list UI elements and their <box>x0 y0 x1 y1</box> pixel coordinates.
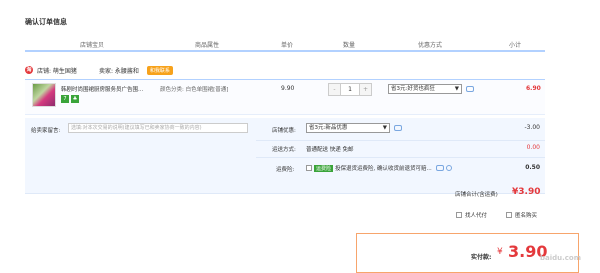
unit-price: 9.90 <box>281 85 295 92</box>
shop-discount-select[interactable]: 省3元:新品优惠 ▼ <box>306 123 390 133</box>
seller-name[interactable]: 卖家: 永腰酱和 <box>99 66 139 75</box>
proxy-pay-checkbox[interactable] <box>456 212 462 218</box>
column-shop-item: 店铺宝贝 <box>80 42 105 49</box>
anonymous-label: 匿名购买 <box>515 213 538 219</box>
chat-icon[interactable] <box>394 125 402 131</box>
shop-total-label: 店铺合计(含运费) <box>455 192 498 198</box>
shop-discount-amount: -3.00 <box>524 124 540 131</box>
quantity-input[interactable]: 1 <box>340 84 360 95</box>
chat-icon[interactable] <box>466 86 474 92</box>
payment-label: 实付款: <box>471 254 492 261</box>
shop-name[interactable]: 店铺: 萌生国猪 <box>37 66 77 75</box>
product-thumbnail[interactable] <box>32 83 56 107</box>
chat-icon[interactable] <box>435 165 444 171</box>
watermark-logo: baidu.com <box>540 254 582 262</box>
message-label: 给卖家留言: <box>31 128 61 134</box>
insurance-checkbox[interactable] <box>306 165 312 171</box>
insurance-label: 运费险: <box>276 167 295 173</box>
divider <box>256 157 545 158</box>
dropdown-arrow-icon: ▼ <box>382 125 387 131</box>
insurance-badge: 运费险 <box>314 164 334 172</box>
shop-discount-label: 店铺优惠: <box>272 128 296 134</box>
item-subtotal: 6.90 <box>526 85 541 92</box>
item-discount-select[interactable]: 省3元:好货也疯狂 ▼ <box>388 84 462 94</box>
proxy-pay-option[interactable]: 找人代付 <box>456 211 487 219</box>
insurance-text: 投保退货运费险, 确认收货前退货可赔... <box>335 166 432 172</box>
column-attributes: 商品属性 <box>195 42 220 49</box>
shop-row: 淘 店铺: 萌生国猪 卖家: 永腰酱和 和我联系 <box>25 64 173 76</box>
proxy-pay-label: 找人代付 <box>465 213 488 219</box>
shop-discount-value-text: 省3元:新品优惠 <box>309 125 348 131</box>
message-to-seller-input[interactable]: 选填:对本次交易的说明(建议填写已和卖家协商一致的内容) <box>68 123 248 133</box>
column-unit-price: 单价 <box>281 42 294 49</box>
seven-day-return-icon: 7 <box>61 95 69 103</box>
column-quantity: 数量 <box>343 42 356 49</box>
contact-seller-button[interactable]: 和我联系 <box>146 65 173 75</box>
eco-leaf-icon: ♣ <box>71 95 79 103</box>
anonymous-checkbox[interactable] <box>506 212 512 218</box>
insurance-fee: 0.50 <box>525 164 540 171</box>
shipping-method: 普通配送 快递 免邮 <box>306 147 354 153</box>
divider <box>256 140 545 141</box>
quantity-plus-button[interactable]: + <box>360 84 371 95</box>
dropdown-arrow-icon: ▼ <box>454 86 459 92</box>
quantity-stepper: - 1 + <box>328 83 372 96</box>
product-attributes: 颜色分类: 白色单围裙[普通] <box>160 87 229 93</box>
help-icon[interactable] <box>445 165 452 171</box>
shop-total-value: ¥3.90 <box>512 187 541 197</box>
column-discount: 优惠方式 <box>418 42 443 49</box>
shipping-label: 运送方式: <box>272 147 296 153</box>
anonymous-option[interactable]: 匿名购买 <box>506 211 537 219</box>
shop-icon: 淘 <box>25 66 33 74</box>
item-discount-value: 省3元:好货也疯狂 <box>391 86 435 92</box>
quantity-minus-button[interactable]: - <box>329 84 340 95</box>
header-divider <box>25 50 545 52</box>
payment-currency: ¥ <box>497 247 503 257</box>
column-subtotal: 小计 <box>509 42 522 49</box>
section-title: 确认订单信息 <box>25 18 67 26</box>
shipping-fee: 0.00 <box>526 144 540 151</box>
insurance-option: 运费险 投保退货运费险, 确认收货前退货可赔... <box>306 164 452 172</box>
product-title-link[interactable]: 韩剧时尚围裙厨房服务员广告围... <box>61 85 143 93</box>
